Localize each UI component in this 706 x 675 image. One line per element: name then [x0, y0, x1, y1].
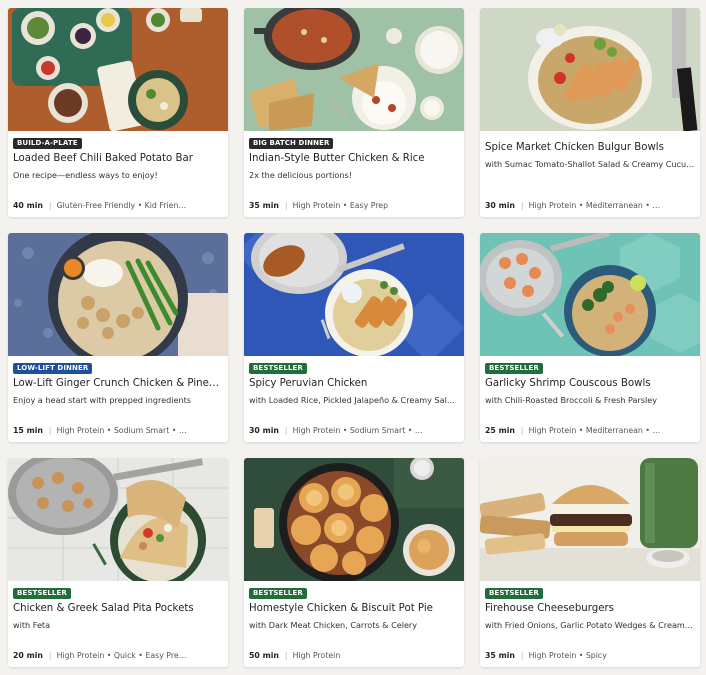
- recipe-meta: 35 min | High Protein • Easy Prep: [249, 201, 461, 213]
- recipe-time: 30 min: [249, 426, 279, 435]
- recipe-card-shrimp-couscous[interactable]: BESTSELLER Garlicky Shrimp Couscous Bowl…: [480, 233, 700, 442]
- recipe-tags: High Protein: [292, 651, 341, 660]
- recipe-title[interactable]: Spice Market Chicken Bulgur Bowls: [485, 142, 695, 153]
- recipe-card-ginger-crunch-chicken[interactable]: LOW-LIFT DINNER Low-Lift Ginger Crunch C…: [8, 233, 228, 442]
- recipe-subtitle: with Loaded Rice, Pickled Jalapeño & Cre…: [249, 395, 459, 405]
- recipe-tags: High Protein • Easy Prep: [292, 201, 389, 210]
- recipe-badge: BESTSELLER: [249, 588, 307, 599]
- recipe-card-butter-chicken[interactable]: BIG BATCH DINNER Indian-Style Butter Chi…: [244, 8, 464, 217]
- recipe-meta: 30 min | High Protein • Mediterranean • …: [485, 201, 697, 213]
- meta-divider: |: [520, 651, 524, 660]
- recipe-card-chicken-bulgur[interactable]: Spice Market Chicken Bulgur Bowls with S…: [480, 8, 700, 217]
- recipe-badge: BESTSELLER: [485, 363, 543, 374]
- meta-divider: |: [520, 426, 524, 435]
- recipe-time: 40 min: [13, 201, 43, 210]
- recipe-badge: BESTSELLER: [13, 588, 71, 599]
- recipe-time: 15 min: [13, 426, 43, 435]
- recipe-badge: BUILD-A-PLATE: [13, 138, 82, 149]
- recipe-title[interactable]: Loaded Beef Chili Baked Potato Bar: [13, 153, 223, 164]
- recipe-card-loaded-beef-chili[interactable]: BUILD-A-PLATE Loaded Beef Chili Baked Po…: [8, 8, 228, 217]
- meta-divider: |: [284, 426, 288, 435]
- recipe-tags: High Protein • Mediterranean • …: [528, 201, 661, 210]
- recipe-tags: High Protein • Spicy: [528, 651, 607, 660]
- recipe-meta: 50 min | High Protein: [249, 651, 461, 663]
- recipe-subtitle: 2x the delicious portions!: [249, 170, 352, 180]
- recipe-image[interactable]: [8, 8, 228, 131]
- meta-divider: |: [284, 651, 288, 660]
- recipe-image[interactable]: [244, 233, 464, 356]
- recipe-tags: High Protein • Mediterranean • …: [528, 426, 661, 435]
- recipe-title[interactable]: Garlicky Shrimp Couscous Bowls: [485, 378, 695, 389]
- recipe-card-greek-pita[interactable]: BESTSELLER Chicken & Greek Salad Pita Po…: [8, 458, 228, 667]
- recipe-time: 30 min: [485, 201, 515, 210]
- recipe-subtitle: with Dark Meat Chicken, Carrots & Celery: [249, 620, 418, 630]
- recipe-subtitle: Enjoy a head start with prepped ingredie…: [13, 395, 192, 405]
- recipe-card-peruvian-chicken[interactable]: BESTSELLER Spicy Peruvian Chicken with L…: [244, 233, 464, 442]
- recipe-time: 35 min: [485, 651, 515, 660]
- recipe-meta: 20 min | High Protein • Quick • Easy Pre…: [13, 651, 225, 663]
- recipe-image[interactable]: [8, 233, 228, 356]
- recipe-subtitle: with Sumac Tomato-Shallot Salad & Creamy…: [485, 159, 695, 169]
- recipe-title[interactable]: Indian-Style Butter Chicken & Rice: [249, 153, 459, 164]
- recipe-card-firehouse-cheeseburgers[interactable]: BESTSELLER Firehouse Cheeseburgers with …: [480, 458, 700, 667]
- recipe-badge: BESTSELLER: [249, 363, 307, 374]
- recipe-card-chicken-pot-pie[interactable]: BESTSELLER Homestyle Chicken & Biscuit P…: [244, 458, 464, 667]
- meta-divider: |: [520, 201, 524, 210]
- recipe-time: 50 min: [249, 651, 279, 660]
- recipe-image[interactable]: [480, 458, 700, 581]
- recipe-image[interactable]: [244, 8, 464, 131]
- recipe-title[interactable]: Firehouse Cheeseburgers: [485, 603, 695, 614]
- recipe-subtitle: with Fried Onions, Garlic Potato Wedges …: [485, 620, 695, 630]
- recipe-badge: BESTSELLER: [485, 588, 543, 599]
- recipe-subtitle: with Chili-Roasted Broccoli & Fresh Pars…: [485, 395, 658, 405]
- recipe-tags: Gluten-Free Friendly • Kid Frien…: [56, 201, 187, 210]
- meta-divider: |: [284, 201, 288, 210]
- recipe-subtitle: with Feta: [13, 620, 51, 630]
- recipe-title[interactable]: Homestyle Chicken & Biscuit Pot Pie: [249, 603, 459, 614]
- recipe-title[interactable]: Low-Lift Ginger Crunch Chicken & Pinea…: [13, 378, 223, 389]
- recipe-image[interactable]: [244, 458, 464, 581]
- recipe-tags: High Protein • Quick • Easy Pre…: [56, 651, 187, 660]
- recipe-badge: LOW-LIFT DINNER: [13, 363, 93, 374]
- meta-divider: |: [48, 651, 52, 660]
- meta-divider: |: [48, 201, 52, 210]
- recipe-meta: 35 min | High Protein • Spicy: [485, 651, 697, 663]
- recipe-subtitle: One recipe—endless ways to enjoy!: [13, 170, 158, 180]
- recipe-title[interactable]: Spicy Peruvian Chicken: [249, 378, 459, 389]
- recipe-badge: BIG BATCH DINNER: [249, 138, 334, 149]
- recipe-tags: High Protein • Sodium Smart • …: [56, 426, 187, 435]
- recipe-image[interactable]: [480, 8, 700, 131]
- recipe-image[interactable]: [8, 458, 228, 581]
- recipe-meta: 40 min | Gluten-Free Friendly • Kid Frien…: [13, 201, 225, 213]
- recipe-meta: 30 min | High Protein • Sodium Smart • …: [249, 426, 461, 438]
- recipe-time: 25 min: [485, 426, 515, 435]
- recipe-meta: 25 min | High Protein • Mediterranean • …: [485, 426, 697, 438]
- recipe-image[interactable]: [480, 233, 700, 356]
- recipe-meta: 15 min | High Protein • Sodium Smart • …: [13, 426, 225, 438]
- recipe-tags: High Protein • Sodium Smart • …: [292, 426, 423, 435]
- recipe-time: 20 min: [13, 651, 43, 660]
- recipe-time: 35 min: [249, 201, 279, 210]
- meta-divider: |: [48, 426, 52, 435]
- recipe-title[interactable]: Chicken & Greek Salad Pita Pockets: [13, 603, 223, 614]
